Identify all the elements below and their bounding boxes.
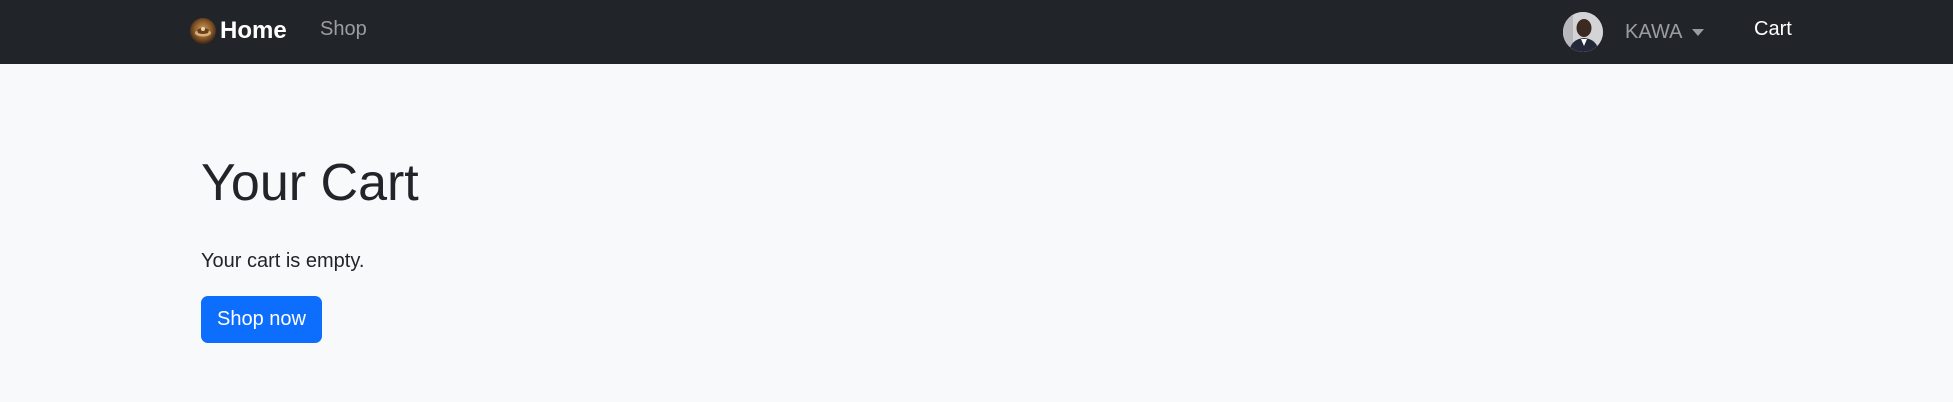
page-title: Your Cart bbox=[201, 154, 419, 212]
user-name-label: KAWA bbox=[1625, 20, 1683, 43]
nav-cart-link[interactable]: Cart bbox=[1754, 18, 1792, 41]
brand-label: Home bbox=[220, 17, 287, 44]
empty-cart-message: Your cart is empty. bbox=[201, 250, 365, 272]
nav-shop-link[interactable]: Shop bbox=[320, 18, 367, 41]
shop-now-button[interactable]: Shop now bbox=[201, 296, 322, 343]
coffee-logo-icon bbox=[190, 18, 216, 44]
brand-home-link[interactable]: Home bbox=[190, 14, 287, 48]
top-navbar: Home Shop KAWA Cart bbox=[0, 0, 1953, 64]
user-avatar bbox=[1563, 12, 1603, 52]
chevron-down-icon bbox=[1692, 28, 1705, 36]
user-dropdown-toggle[interactable]: KAWA bbox=[1563, 11, 1705, 53]
